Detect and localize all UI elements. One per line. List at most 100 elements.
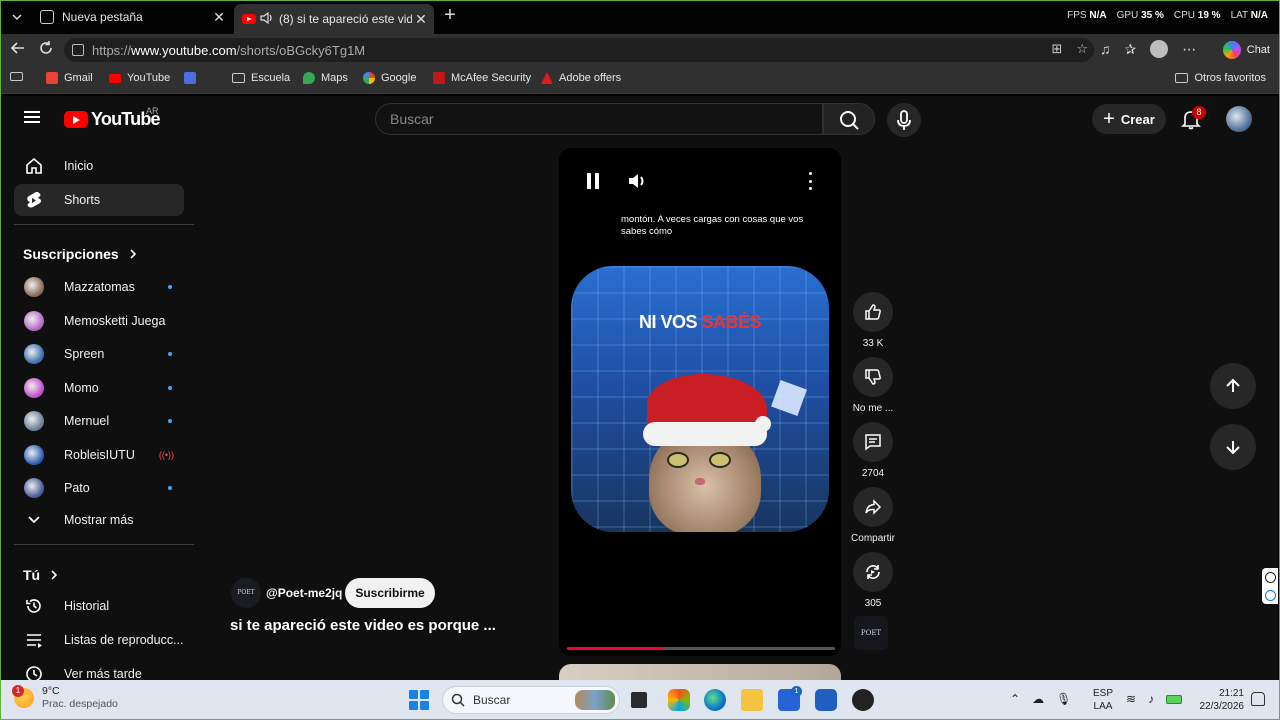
video-progress-bar[interactable] [567, 647, 835, 650]
sidebar-item-playlists[interactable]: Listas de reproducc... [14, 624, 184, 656]
bookmark-mcafee[interactable]: McAfee Security [433, 72, 531, 84]
sidebar-item-subscription[interactable]: Momo [14, 372, 184, 404]
video-frame: NI VOS SABÉS [571, 266, 829, 532]
favorite-star-icon[interactable]: ☆ [1076, 41, 1088, 57]
search-button[interactable] [823, 103, 875, 135]
subscription-name: Mernuel [64, 414, 110, 428]
sidebar-item-subscription[interactable]: Pato [14, 472, 184, 504]
channel-name[interactable]: @Poet-me2jq [266, 586, 342, 600]
watch-later-icon [24, 664, 44, 680]
volume-icon [629, 174, 644, 188]
tab-youtube-short[interactable]: (8) si te apareció este video es porque.… [234, 4, 434, 34]
copilot-chat-button[interactable]: Chat [1222, 38, 1270, 62]
next-short-button[interactable] [1210, 424, 1256, 470]
youtube-logo[interactable]: YouTube AR [64, 106, 161, 130]
tab-actions-menu-button[interactable] [6, 7, 28, 27]
bookmark-adobe[interactable]: Adobe offers [541, 72, 621, 84]
microphone-icon[interactable]: 🎙 [1056, 692, 1071, 706]
tab-close-button[interactable]: ✕ [210, 9, 228, 26]
create-button[interactable]: + Crear [1092, 104, 1166, 134]
menu-icon[interactable] [24, 111, 40, 123]
bookmark-escuela[interactable]: Escuela [232, 72, 290, 84]
weather-sun-icon: 1 [12, 685, 34, 708]
comments-button[interactable]: 2704 [843, 422, 903, 479]
read-aloud-icon[interactable]: ♫ [1100, 41, 1111, 57]
sidebar-item-subscription[interactable]: Mernuel [14, 405, 184, 437]
channel-avatar[interactable]: POET [231, 578, 261, 608]
sidebar-item-subscription[interactable]: Mazzatomas [14, 271, 184, 303]
obs-studio-icon[interactable] [852, 689, 874, 711]
cloud-icon[interactable]: ☁ [1032, 692, 1044, 706]
outlook-icon[interactable] [815, 689, 837, 711]
channel-avatar [24, 478, 44, 498]
video-title[interactable]: si te apareció este video es porque ... [230, 617, 496, 634]
sidebar-item-watch-later[interactable]: Ver más tarde [14, 658, 184, 680]
copilot-app-icon[interactable] [668, 689, 690, 711]
more-options-icon[interactable]: ⋯ [1182, 41, 1196, 58]
app-available-icon[interactable]: ⊞ [1051, 41, 1062, 57]
remix-button[interactable]: 305 [843, 552, 903, 609]
sidebar-item-shorts[interactable]: Shorts [14, 184, 184, 216]
bookmark-app[interactable] [184, 72, 196, 84]
taskbar-search[interactable]: Buscar [442, 686, 620, 714]
shorts-player[interactable]: montón. A veces cargas con cosas que vos… [559, 148, 841, 656]
dislike-button[interactable]: No me ... [843, 357, 903, 414]
file-explorer-icon[interactable] [741, 689, 763, 711]
you-section-header[interactable]: Tú [23, 567, 58, 583]
pause-button[interactable] [585, 172, 601, 190]
close-circle-icon[interactable] [1264, 571, 1276, 583]
account-avatar[interactable] [1226, 106, 1252, 132]
clock[interactable]: 21:21 22/3/2026 [1196, 687, 1245, 713]
back-button[interactable] [8, 40, 28, 60]
reload-button[interactable] [36, 40, 56, 60]
bookmark-other-favorites[interactable]: Otros favoritos [1175, 72, 1266, 84]
channel-avatar-small[interactable]: POET [854, 616, 888, 650]
sidebar-item-subscription[interactable]: RobleisIUTU ((•)) [14, 439, 184, 471]
favorites-icon[interactable]: ✰ [1125, 41, 1137, 58]
voice-search-button[interactable] [887, 103, 921, 137]
show-more-button[interactable]: Mostrar más [14, 504, 184, 536]
site-info-icon[interactable] [72, 44, 84, 56]
tab-close-button[interactable]: ✕ [412, 11, 430, 28]
new-tab-button[interactable]: + [440, 5, 460, 26]
browser-side-tools[interactable] [1262, 568, 1278, 604]
chevron-up-icon[interactable]: ⌃ [1010, 692, 1020, 706]
bookmark-maps[interactable]: Maps [303, 72, 348, 84]
bookmark-google[interactable]: Google [363, 72, 416, 84]
bookmark-gmail[interactable]: Gmail [46, 72, 93, 84]
sidebar-item-inicio[interactable]: Inicio [14, 150, 184, 182]
sidebar-item-subscription[interactable]: Memosketti Juega [14, 305, 184, 337]
plus-icon: + [1103, 108, 1115, 130]
arrow-down-icon [1226, 441, 1240, 455]
volume-button[interactable] [627, 170, 649, 192]
more-options-button[interactable] [806, 172, 814, 190]
sidebar-item-historial[interactable]: Historial [14, 590, 184, 622]
edge-sidebar-icon[interactable] [1264, 589, 1276, 601]
tab-new-tab[interactable]: Nueva pestaña ✕ [32, 4, 232, 30]
video-progress-fill [567, 647, 664, 650]
address-bar[interactable]: https://www.youtube.com/shorts/oBGcky6Tg… [64, 38, 1094, 62]
task-view-icon[interactable] [631, 692, 647, 708]
split-screen-icon[interactable] [10, 72, 23, 81]
like-button[interactable]: 33 K [843, 292, 903, 349]
next-short-preview[interactable] [559, 664, 841, 680]
share-button[interactable]: Compartir [843, 487, 903, 544]
speaker-icon[interactable] [260, 11, 274, 27]
status-icons[interactable]: ≋ ♪ [1126, 692, 1183, 706]
previous-short-button[interactable] [1210, 363, 1256, 409]
search-input[interactable]: Buscar [375, 103, 823, 135]
weather-widget[interactable]: 1 9°C Prac. despejado [12, 685, 118, 711]
windows-taskbar: 1 9°C Prac. despejado Buscar 1 ⌃ ☁ 🎙 ESP… [0, 680, 1280, 720]
profile-avatar[interactable] [1150, 40, 1169, 58]
notifications-icon[interactable] [1251, 692, 1265, 706]
comment-count: 2704 [861, 468, 885, 479]
sidebar-item-subscription[interactable]: Spreen [14, 338, 184, 370]
edge-browser-icon[interactable] [704, 689, 726, 711]
cpu-readout: CPU 19 % [1173, 10, 1221, 21]
subscribe-button[interactable]: Suscribirme [345, 578, 435, 608]
start-button[interactable] [409, 690, 429, 710]
subscriptions-header[interactable]: Suscripciones [23, 246, 137, 262]
thumbs-up-icon [865, 304, 881, 320]
bookmark-youtube[interactable]: YouTube [109, 72, 170, 84]
input-language[interactable]: ESP LAA [1093, 687, 1113, 713]
